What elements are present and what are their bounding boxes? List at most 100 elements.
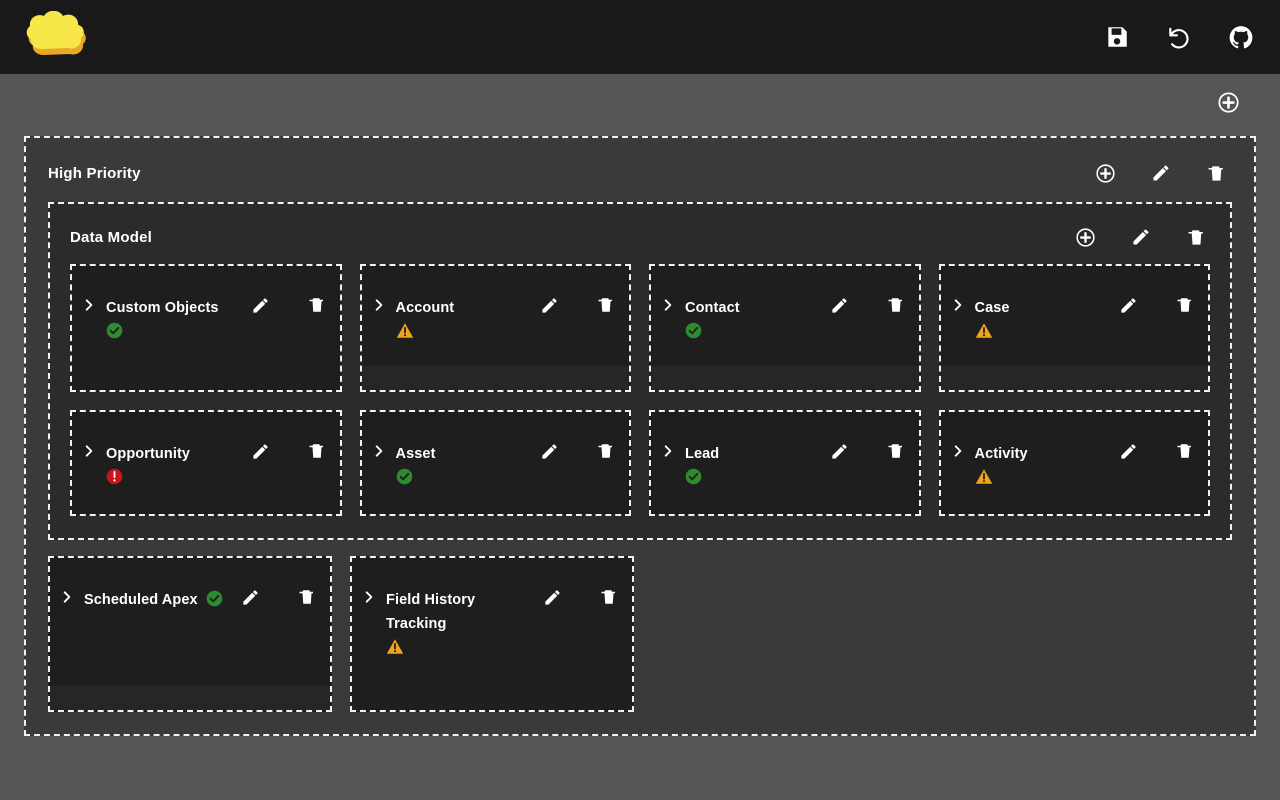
card-actions [830, 442, 919, 461]
status-success-icon [206, 590, 223, 611]
status-warning-icon [975, 322, 1116, 340]
card[interactable]: Contact [649, 264, 921, 392]
card-body: Custom Objects [106, 296, 251, 340]
chevron-right-icon[interactable] [50, 588, 84, 604]
card-footer [72, 366, 340, 390]
status-warning-icon [386, 638, 539, 656]
chevron-right-icon[interactable] [362, 296, 396, 312]
edit-card-button[interactable] [830, 296, 849, 315]
add-item-button[interactable] [1076, 227, 1095, 247]
delete-card-button[interactable] [887, 296, 905, 314]
card[interactable]: Account [359, 264, 631, 392]
delete-subgroup-button[interactable] [1187, 228, 1206, 247]
page-toolbar [24, 74, 1256, 136]
edit-card-button[interactable] [251, 296, 270, 315]
app-titlebar [0, 0, 1280, 74]
add-item-button[interactable] [1096, 163, 1115, 183]
delete-card-button[interactable] [1176, 442, 1194, 460]
card[interactable]: Activity [938, 410, 1210, 516]
edit-card-button[interactable] [540, 296, 559, 315]
card[interactable]: Scheduled Apex [48, 556, 332, 712]
delete-card-button[interactable] [308, 442, 326, 460]
card-actions [251, 296, 340, 315]
status-error-icon [106, 468, 247, 486]
delete-card-button[interactable] [887, 442, 905, 460]
chevron-right-icon[interactable] [352, 588, 386, 604]
edit-card-button[interactable] [1119, 296, 1138, 315]
card-body: Account [396, 296, 541, 340]
card-footer [362, 490, 630, 514]
card-footer [72, 490, 340, 514]
delete-card-button[interactable] [600, 588, 618, 606]
card-title: Contact [685, 300, 740, 316]
card-row: Asset [362, 412, 630, 490]
card-footer [651, 490, 919, 514]
card-actions [540, 442, 629, 461]
status-success-icon [685, 322, 826, 340]
card-row: Activity [941, 412, 1209, 490]
card-footer [361, 366, 629, 390]
chevron-right-icon[interactable] [941, 442, 975, 458]
card-title: Lead [685, 446, 720, 462]
card-row: Custom Objects [72, 266, 340, 366]
delete-card-button[interactable] [1176, 296, 1194, 314]
card-title: Case [974, 300, 1010, 316]
delete-card-button[interactable] [308, 296, 326, 314]
card-footer [940, 366, 1208, 390]
add-group-button[interactable] [1218, 92, 1239, 118]
status-success-icon [685, 468, 826, 486]
card[interactable]: Field History Tracking [350, 556, 634, 712]
chevron-right-icon[interactable] [941, 296, 975, 312]
status-warning-icon [396, 322, 537, 340]
chevron-right-icon[interactable] [362, 442, 396, 458]
chevron-right-icon[interactable] [651, 296, 685, 312]
edit-card-button[interactable] [830, 442, 849, 461]
card-title: Activity [974, 446, 1028, 462]
card-row: Account [362, 266, 630, 366]
card-row: Contact [651, 266, 919, 366]
card-footer [651, 366, 919, 390]
delete-card-button[interactable] [298, 588, 316, 606]
chevron-right-icon[interactable] [651, 442, 685, 458]
github-button[interactable] [1228, 24, 1254, 50]
group-title: High Priority [48, 164, 141, 182]
card[interactable]: Case [938, 264, 1210, 392]
card-actions [251, 442, 340, 461]
cloud-logo-icon [22, 11, 98, 63]
card-footer [352, 686, 632, 710]
card-title: Account [395, 300, 455, 316]
card-body: Activity [975, 442, 1120, 486]
group-actions [1096, 163, 1232, 183]
edit-group-button[interactable] [1151, 163, 1171, 183]
card[interactable]: Opportunity [70, 410, 342, 516]
edit-card-button[interactable] [251, 442, 270, 461]
edit-subgroup-button[interactable] [1131, 227, 1151, 247]
edit-card-button[interactable] [1119, 442, 1138, 461]
loose-card-row: Scheduled Apex Field History Tracking [48, 556, 1232, 712]
delete-card-button[interactable] [597, 442, 615, 460]
chevron-right-icon[interactable] [72, 442, 106, 458]
save-button[interactable] [1104, 24, 1130, 50]
card-title: Scheduled Apex [84, 588, 237, 615]
card[interactable]: Lead [649, 410, 921, 516]
card-footer [941, 490, 1209, 514]
group-high-priority[interactable]: High Priority Data Model Custom Objects … [24, 136, 1256, 736]
edit-card-button[interactable] [540, 442, 559, 461]
chevron-right-icon[interactable] [72, 296, 106, 312]
card-title: Asset [395, 446, 436, 462]
status-success-icon [106, 322, 247, 340]
undo-button[interactable] [1166, 24, 1192, 50]
subgroup-data-model[interactable]: Data Model Custom Objects Account Contac… [48, 202, 1232, 540]
card-actions [543, 588, 632, 607]
subgroup-header: Data Model [70, 220, 1210, 254]
card[interactable]: Asset [359, 410, 631, 516]
card-body: Field History Tracking [386, 588, 543, 656]
delete-card-button[interactable] [597, 296, 615, 314]
edit-card-button[interactable] [543, 588, 562, 607]
delete-group-button[interactable] [1207, 164, 1226, 183]
edit-card-button[interactable] [241, 588, 260, 607]
card-body: Contact [685, 296, 830, 340]
titlebar-actions [1104, 24, 1254, 50]
subgroup-actions [1076, 227, 1210, 247]
card[interactable]: Custom Objects [70, 264, 342, 392]
